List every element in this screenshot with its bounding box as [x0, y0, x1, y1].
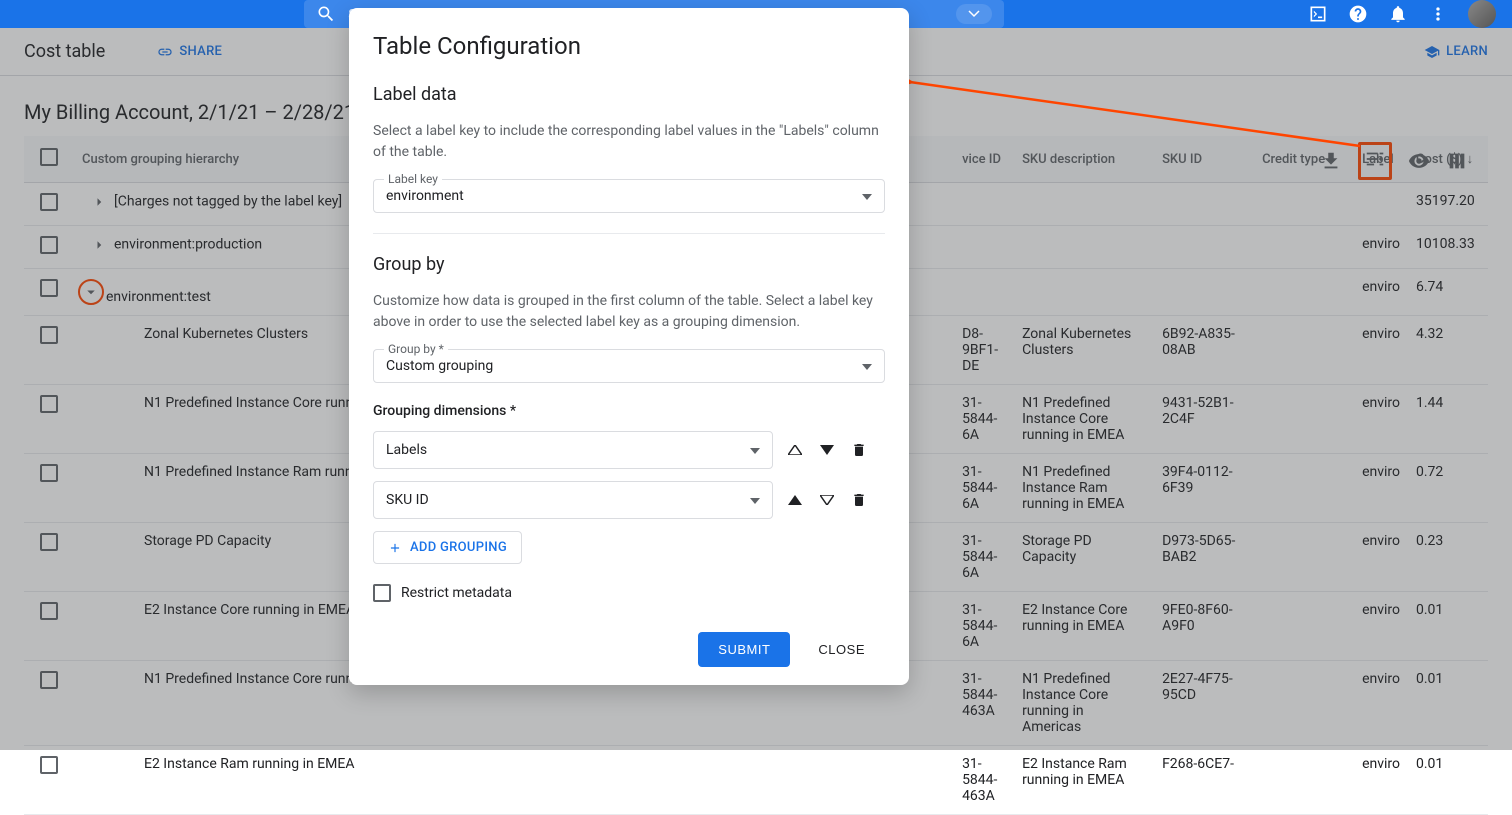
- search-icon: [316, 4, 336, 24]
- restrict-label: Restrict metadata: [401, 585, 512, 601]
- move-down-icon[interactable]: [817, 490, 837, 510]
- cloud-shell-icon[interactable]: [1308, 4, 1328, 24]
- cell-cost: 0.01: [1408, 746, 1488, 815]
- table-config-dialog: Table Configuration Label data Select a …: [349, 8, 909, 685]
- move-up-icon[interactable]: [785, 490, 805, 510]
- table-row[interactable]: E2 Instance Ram running in EMEA31-5844-4…: [24, 746, 1488, 815]
- groupby-heading: Group by: [373, 254, 885, 275]
- groupby-select[interactable]: Group by * Custom grouping: [373, 349, 885, 383]
- close-button[interactable]: CLOSE: [798, 632, 885, 667]
- add-grouping-button[interactable]: ADD GROUPING: [373, 531, 522, 564]
- cell-sku_id: F268-6CE7-: [1154, 746, 1254, 815]
- cell-label: enviro: [1354, 746, 1408, 815]
- chevron-down-icon: [750, 442, 760, 458]
- cell-credit: [1254, 746, 1354, 815]
- dimensions-label: Grouping dimensions *: [373, 403, 885, 419]
- label-key-label: Label key: [384, 172, 442, 186]
- delete-icon[interactable]: [849, 440, 869, 460]
- move-down-icon[interactable]: [817, 440, 837, 460]
- divider: [373, 233, 885, 234]
- dimension-2-select[interactable]: SKU ID: [373, 481, 773, 519]
- groupby-value: Custom grouping: [386, 358, 493, 374]
- notifications-icon[interactable]: [1388, 4, 1408, 24]
- label-key-value: environment: [386, 188, 464, 204]
- restrict-metadata-row: Restrict metadata: [373, 584, 885, 602]
- dimension-1-select[interactable]: Labels: [373, 431, 773, 469]
- groupby-description: Customize how data is grouped in the fir…: [373, 291, 885, 333]
- chevron-down-icon: [862, 358, 872, 374]
- dialog-title: Table Configuration: [373, 32, 885, 60]
- submit-button[interactable]: SUBMIT: [698, 632, 790, 667]
- move-up-icon[interactable]: [785, 440, 805, 460]
- avatar[interactable]: [1468, 0, 1496, 28]
- chevron-down-icon: [750, 492, 760, 508]
- help-icon[interactable]: [1348, 4, 1368, 24]
- dialog-actions: SUBMIT CLOSE: [373, 632, 885, 667]
- cell-sku_desc: E2 Instance Ram running in EMEA: [1014, 746, 1154, 815]
- row-name: E2 Instance Ram running in EMEA: [82, 756, 354, 772]
- cell-service_id: 31-5844-463A: [954, 746, 1014, 815]
- search-dropdown-icon[interactable]: [956, 4, 992, 24]
- groupby-label: Group by *: [384, 342, 448, 356]
- more-icon[interactable]: [1428, 4, 1448, 24]
- delete-icon[interactable]: [849, 490, 869, 510]
- dimension-row-1: Labels: [373, 431, 885, 469]
- row-checkbox[interactable]: [40, 756, 58, 774]
- chevron-down-icon: [862, 188, 872, 204]
- label-key-select[interactable]: Label key environment: [373, 179, 885, 213]
- restrict-checkbox[interactable]: [373, 584, 391, 602]
- label-data-description: Select a label key to include the corres…: [373, 121, 885, 163]
- label-data-heading: Label data: [373, 84, 885, 105]
- top-icons: [1308, 0, 1496, 28]
- plus-icon: [388, 541, 402, 555]
- dimension-row-2: SKU ID: [373, 481, 885, 519]
